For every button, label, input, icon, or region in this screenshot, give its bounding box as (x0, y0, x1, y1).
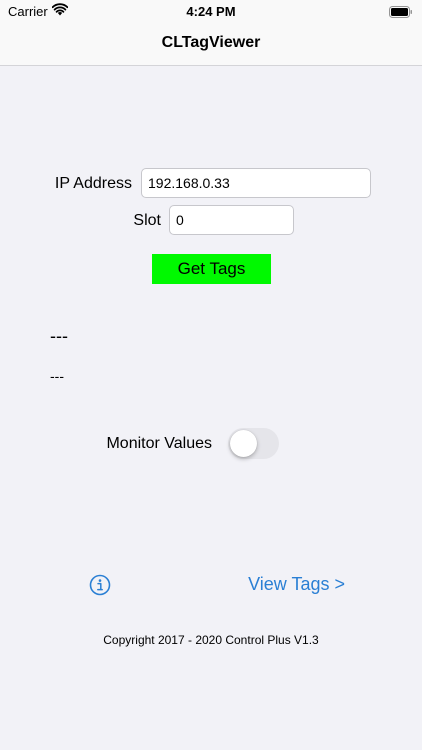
copyright-text: Copyright 2017 - 2020 Control Plus V1.3 (103, 633, 319, 647)
status-time: 4:24 PM (186, 4, 236, 19)
slot-label: Slot (133, 212, 161, 229)
monitor-values-toggle[interactable] (228, 428, 279, 459)
ip-address-input[interactable] (141, 168, 371, 198)
get-tags-button[interactable]: Get Tags (152, 254, 271, 284)
monitor-values-label: Monitor Values (106, 435, 212, 452)
status-output-primary: --- (50, 326, 68, 346)
ip-address-label: IP Address (54, 175, 132, 192)
page-title: CLTagViewer (161, 34, 261, 51)
status-bar: Carrier 4:24 PM (0, 0, 422, 24)
slot-input[interactable] (169, 205, 294, 235)
view-tags-link[interactable]: View Tags > (248, 574, 345, 595)
navigation-bar: CLTagViewer (0, 24, 422, 66)
info-icon[interactable] (89, 574, 111, 596)
toggle-knob (230, 430, 257, 457)
battery-icon (389, 5, 413, 23)
status-output-secondary: --- (50, 368, 64, 384)
